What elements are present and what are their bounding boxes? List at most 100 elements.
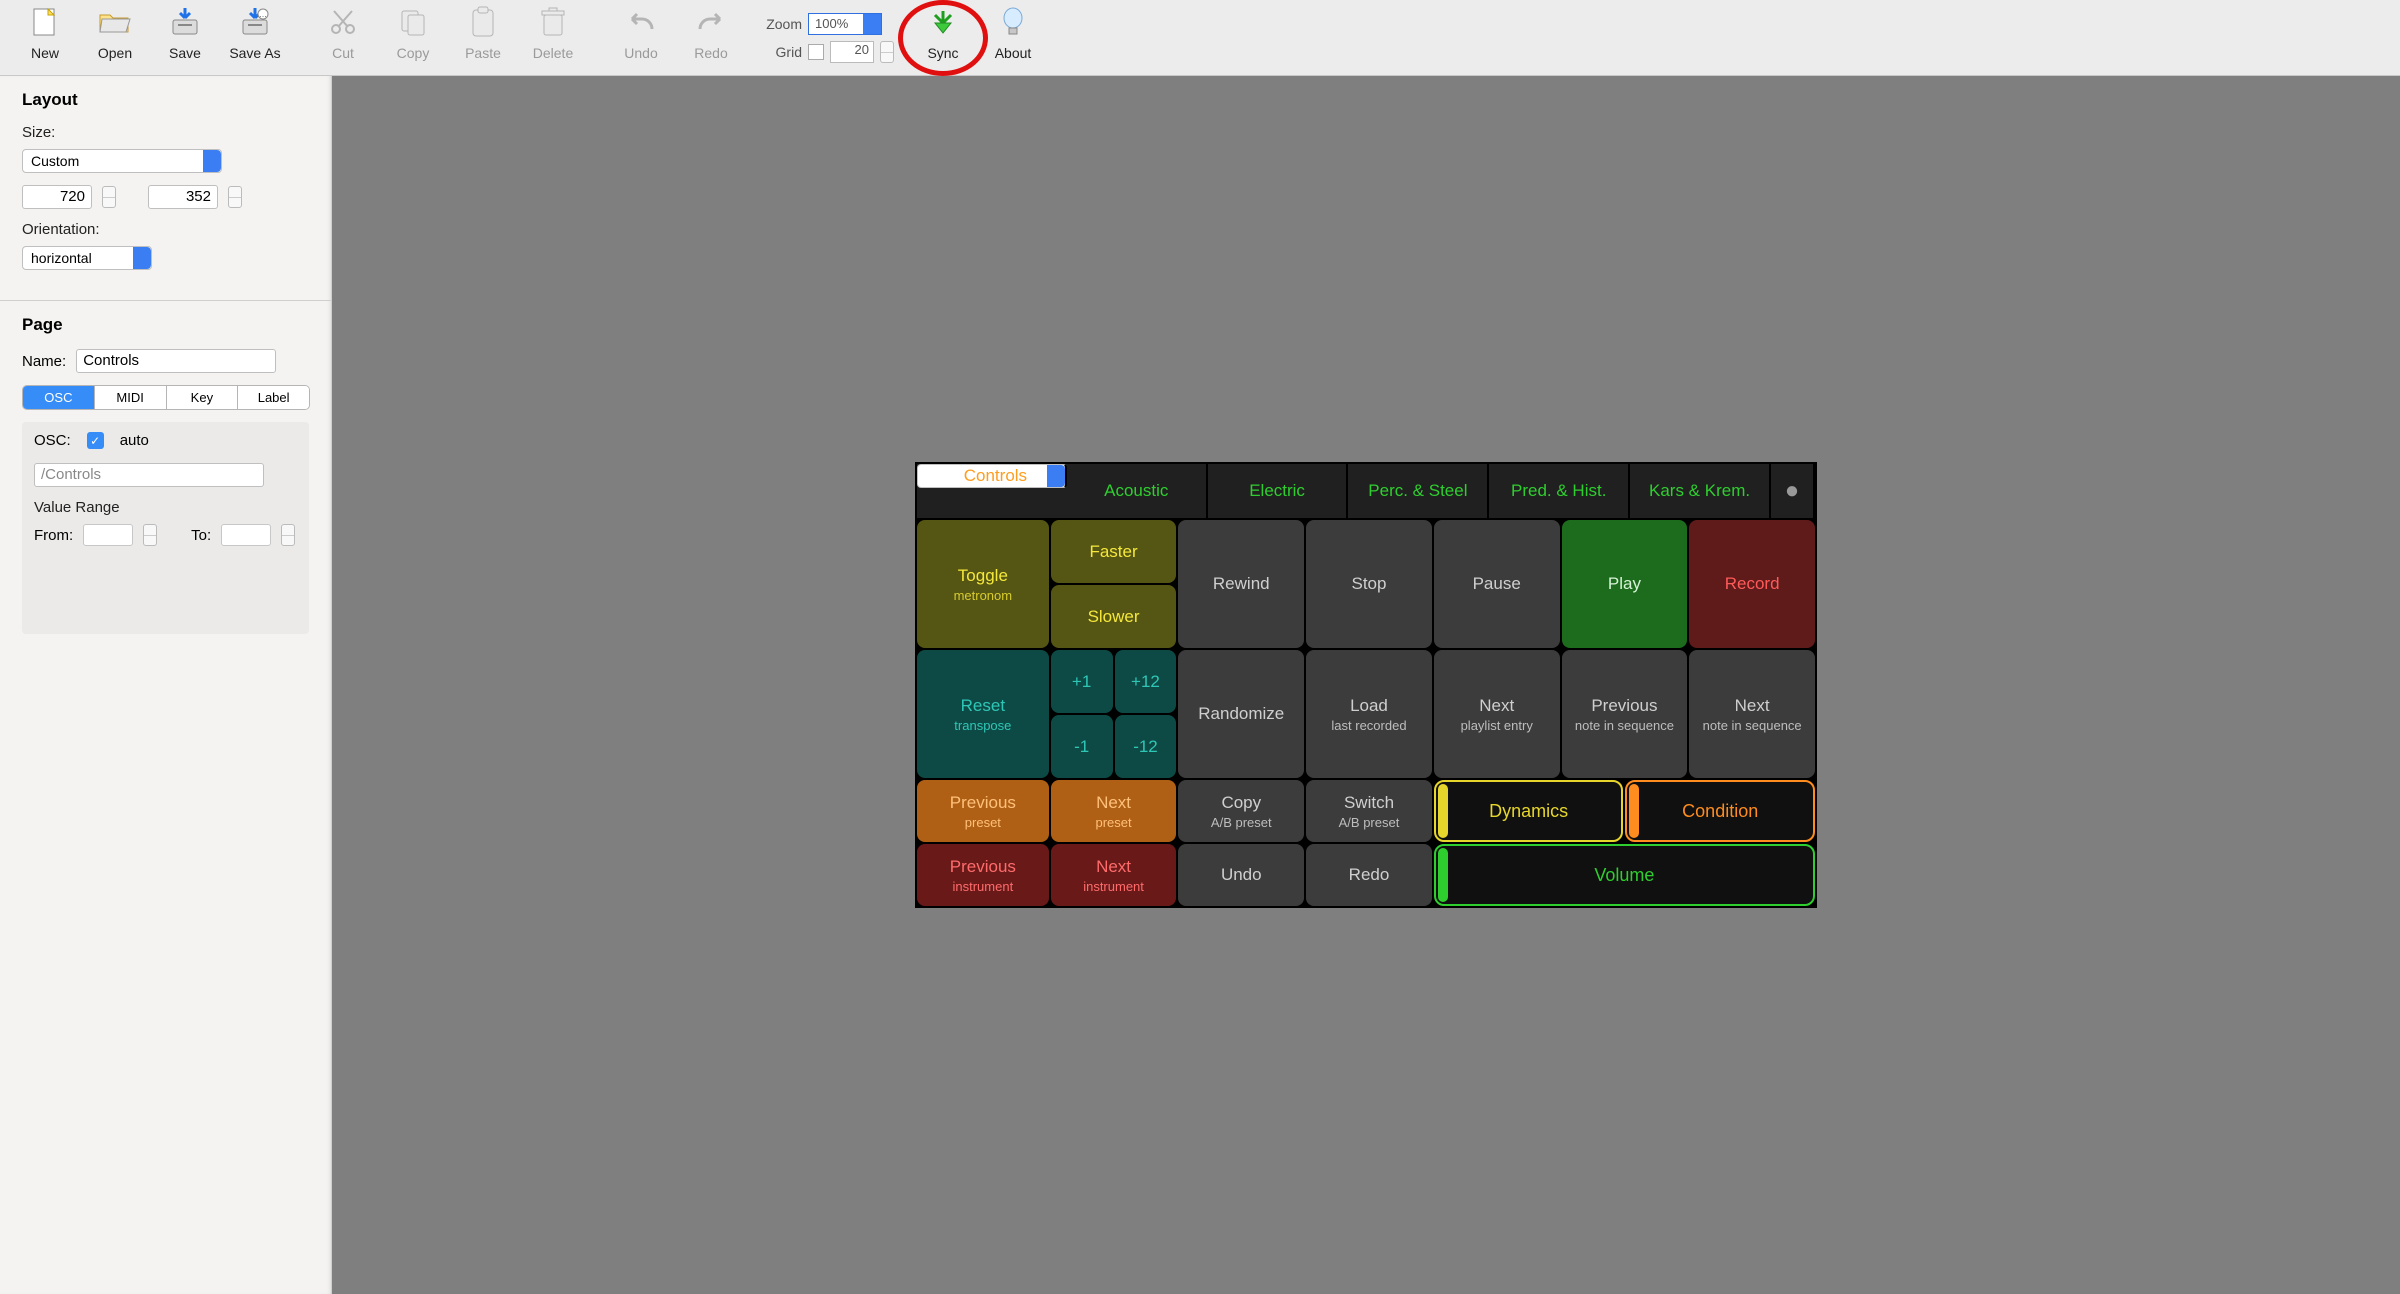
page-panel: Page Name: Controls OSC MIDI Key Label O… [0,301,331,652]
grid-label: Grid [760,44,802,60]
about-button[interactable]: About [978,4,1048,72]
layout-tab-controls[interactable]: Controls [917,464,1067,488]
zoom-label: Zoom [760,16,802,32]
record-button[interactable]: Record [1689,520,1815,648]
sync-button[interactable]: Sync [908,4,978,72]
redo-icon [693,4,729,40]
layout-tab-perc[interactable]: Perc. & Steel [1348,464,1489,518]
tab-key[interactable]: Key [167,386,239,409]
page-tabs: OSC MIDI Key Label [22,385,310,410]
to-input[interactable] [221,524,271,546]
grid-stepper[interactable] [880,41,894,63]
copy-icon [395,4,431,40]
layout-tab-pred[interactable]: Pred. & Hist. [1489,464,1630,518]
layout-tab-indicator[interactable]: ● [1771,464,1815,518]
from-label: From: [34,527,73,544]
faster-button[interactable]: Faster [1051,520,1177,583]
cut-button[interactable]: Cut [308,4,378,72]
undo-button[interactable]: Undo [606,4,676,72]
layout-tabs: Controls Acoustic Electric Perc. & Steel… [917,464,1815,518]
zoom-grid-group: Zoom 100% Grid 20 [760,4,894,72]
play-button[interactable]: Play [1562,520,1688,648]
zoom-select[interactable]: 100% [808,13,882,35]
prev-note-button[interactable]: Previousnote in sequence [1562,650,1688,778]
reset-transpose-button[interactable]: Resettranspose [917,650,1049,778]
layout-tab-kars[interactable]: Kars & Krem. [1630,464,1771,518]
height-input[interactable]: 352 [148,185,218,209]
plus1-button[interactable]: +1 [1051,650,1113,713]
size-label: Size: [22,124,309,141]
paste-button[interactable]: Paste [448,4,518,72]
pause-button[interactable]: Pause [1434,520,1560,648]
dynamics-slider[interactable]: Dynamics [1434,780,1624,842]
page-name-label: Name: [22,353,66,370]
osc-auto-checkbox[interactable]: ✓ [87,432,104,449]
width-input[interactable]: 720 [22,185,92,209]
layout-preview[interactable]: Controls Acoustic Electric Perc. & Steel… [915,462,1817,908]
from-stepper[interactable] [143,524,157,546]
orientation-select[interactable]: horizontal [22,246,152,270]
folder-open-icon [97,4,133,40]
osc-path-input[interactable]: /Controls [34,463,264,487]
sidebar: Layout Size: Custom 720 352 Orientation:… [0,76,332,1294]
undo-control-button[interactable]: Undo [1178,844,1304,906]
switch-ab-button[interactable]: SwitchA/B preset [1306,780,1432,842]
save-button[interactable]: Save [150,4,220,72]
open-button[interactable]: Open [80,4,150,72]
size-preset-select[interactable]: Custom [22,149,222,173]
condition-slider[interactable]: Condition [1625,780,1815,842]
copy-button[interactable]: Copy [378,4,448,72]
save-icon [167,4,203,40]
canvas[interactable]: Controls Acoustic Electric Perc. & Steel… [332,76,2400,1294]
prev-preset-button[interactable]: Previouspreset [917,780,1049,842]
delete-button[interactable]: Delete [518,4,588,72]
grid-size-input[interactable]: 20 [830,41,874,63]
width-stepper[interactable] [102,186,116,208]
from-input[interactable] [83,524,133,546]
new-file-icon [27,4,63,40]
copy-ab-button[interactable]: CopyA/B preset [1178,780,1304,842]
to-stepper[interactable] [281,524,295,546]
value-range-label: Value Range [34,499,297,516]
layout-title: Layout [22,90,309,110]
tab-midi[interactable]: MIDI [95,386,167,409]
stop-button[interactable]: Stop [1306,520,1432,648]
randomize-button[interactable]: Randomize [1178,650,1304,778]
page-name-input[interactable]: Controls [76,349,276,373]
new-button[interactable]: New [10,4,80,72]
layout-tab-acoustic[interactable]: Acoustic [1067,464,1208,518]
orientation-label: Orientation: [22,221,309,238]
volume-slider[interactable]: Volume [1434,844,1815,906]
rewind-button[interactable]: Rewind [1178,520,1304,648]
slower-button[interactable]: Slower [1051,585,1177,648]
next-instrument-button[interactable]: Nextinstrument [1051,844,1177,906]
lightbulb-icon [995,4,1031,40]
minus12-button[interactable]: -12 [1115,715,1177,778]
trash-icon [535,4,571,40]
undo-icon [623,4,659,40]
load-last-button[interactable]: Loadlast recorded [1306,650,1432,778]
next-preset-button[interactable]: Nextpreset [1051,780,1177,842]
redo-control-button[interactable]: Redo [1306,844,1432,906]
height-stepper[interactable] [228,186,242,208]
osc-settings: OSC: ✓ auto /Controls Value Range From: … [22,422,309,634]
tab-osc[interactable]: OSC [23,386,95,409]
save-as-button[interactable]: … Save As [220,4,290,72]
tab-label[interactable]: Label [238,386,309,409]
toggle-metronom-button[interactable]: Togglemetronom [917,520,1049,648]
next-playlist-button[interactable]: Nextplaylist entry [1434,650,1560,778]
plus12-button[interactable]: +12 [1115,650,1177,713]
next-note-button[interactable]: Nextnote in sequence [1689,650,1815,778]
grid-checkbox[interactable] [808,44,824,60]
save-as-icon: … [237,4,273,40]
prev-instrument-button[interactable]: Previousinstrument [917,844,1049,906]
layout-panel: Layout Size: Custom 720 352 Orientation:… [0,76,331,301]
redo-button[interactable]: Redo [676,4,746,72]
page-title: Page [22,315,309,335]
osc-label: OSC: [34,432,71,449]
minus1-button[interactable]: -1 [1051,715,1113,778]
scissors-icon [325,4,361,40]
svg-text:…: … [259,10,267,19]
clipboard-icon [465,4,501,40]
layout-tab-electric[interactable]: Electric [1208,464,1349,518]
